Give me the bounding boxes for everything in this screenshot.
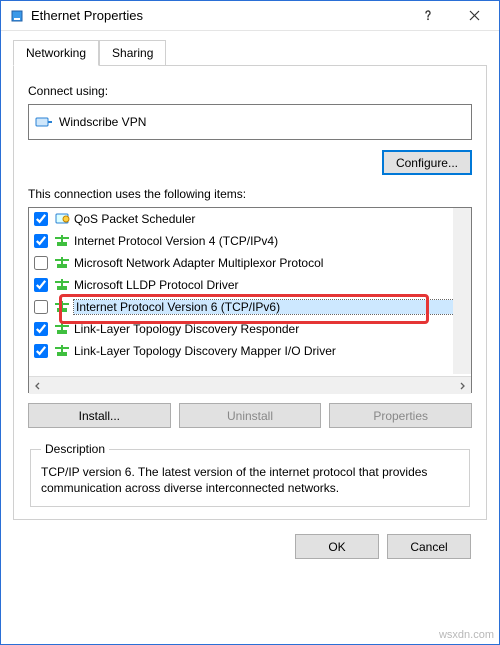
list-item[interactable]: Internet Protocol Version 6 (TCP/IPv6) [29,296,471,318]
network-adapter-icon [35,114,53,130]
dialog-body: Networking Sharing Connect using: Windsc… [1,31,499,571]
close-button[interactable] [451,1,497,30]
connect-using-label: Connect using: [28,84,472,98]
item-checkbox[interactable] [34,322,48,336]
protocol-icon [54,255,70,271]
tab-networking[interactable]: Networking [13,40,99,66]
item-label: Internet Protocol Version 6 (TCP/IPv6) [74,300,468,314]
tab-sharing[interactable]: Sharing [99,40,166,66]
tab-panel-networking: Connect using: Windscribe VPN Configure.… [13,65,487,520]
window-title: Ethernet Properties [31,8,405,23]
properties-button: Properties [329,403,472,428]
list-item[interactable]: Link-Layer Topology Discovery Mapper I/O… [29,340,471,362]
description-group: Description TCP/IP version 6. The latest… [30,442,470,507]
protocol-icon [54,299,70,315]
item-label: Microsoft LLDP Protocol Driver [74,278,468,292]
adapter-name: Windscribe VPN [59,115,146,129]
scroll-right-icon[interactable] [453,377,471,395]
uninstall-button: Uninstall [179,403,322,428]
item-checkbox[interactable] [34,212,48,226]
item-label: Link-Layer Topology Discovery Mapper I/O… [74,344,468,358]
protocol-icon [54,321,70,337]
list-item[interactable]: Link-Layer Topology Discovery Responder [29,318,471,340]
ethernet-icon [9,8,25,24]
protocol-icon [54,343,70,359]
item-label: Link-Layer Topology Discovery Responder [74,322,468,336]
item-label: Internet Protocol Version 4 (TCP/IPv4) [74,234,468,248]
watermark: wsxdn.com [439,629,494,641]
vertical-scrollbar[interactable] [453,208,471,374]
list-item[interactable]: Microsoft Network Adapter Multiplexor Pr… [29,252,471,274]
install-button[interactable]: Install... [28,403,171,428]
item-checkbox[interactable] [34,300,48,314]
scroll-left-icon[interactable] [29,377,47,395]
item-checkbox[interactable] [34,344,48,358]
qos-icon [54,211,70,227]
item-checkbox[interactable] [34,234,48,248]
titlebar: Ethernet Properties [1,1,499,31]
list-item[interactable]: Internet Protocol Version 4 (TCP/IPv4) [29,230,471,252]
item-checkbox[interactable] [34,278,48,292]
item-checkbox[interactable] [34,256,48,270]
tabs: Networking Sharing [13,40,487,66]
protocol-icon [54,233,70,249]
help-button[interactable] [405,1,451,30]
list-item[interactable]: QoS Packet Scheduler [29,208,471,230]
item-label: Microsoft Network Adapter Multiplexor Pr… [74,256,468,270]
protocol-icon [54,277,70,293]
horizontal-scrollbar[interactable] [29,376,471,394]
configure-button[interactable]: Configure... [382,150,472,175]
items-listbox[interactable]: QoS Packet Scheduler Internet Protocol Ve… [28,207,472,393]
item-label: QoS Packet Scheduler [74,212,468,226]
list-item[interactable]: Microsoft LLDP Protocol Driver [29,274,471,296]
items-label: This connection uses the following items… [28,187,472,201]
cancel-button[interactable]: Cancel [387,534,471,559]
adapter-box: Windscribe VPN [28,104,472,140]
description-text: TCP/IP version 6. The latest version of … [41,464,459,496]
ok-button[interactable]: OK [295,534,379,559]
description-legend: Description [41,442,109,456]
